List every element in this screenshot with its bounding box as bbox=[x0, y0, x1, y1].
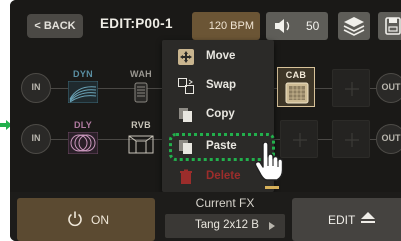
menu-item-label: Swap bbox=[206, 79, 237, 91]
hand-pointer-icon bbox=[254, 142, 284, 181]
wah-pedal-icon bbox=[134, 82, 148, 103]
save-icon bbox=[385, 17, 401, 35]
move-icon bbox=[178, 49, 194, 65]
plus-icon bbox=[345, 133, 359, 147]
menu-item-label: Delete bbox=[206, 170, 241, 182]
delay-rings-icon bbox=[68, 132, 98, 154]
selection-indicator bbox=[265, 186, 279, 189]
fx-label: CAB bbox=[285, 70, 307, 80]
empty-slot[interactable] bbox=[332, 120, 370, 158]
plus-icon bbox=[345, 82, 359, 96]
fx-label: DYN bbox=[73, 69, 93, 79]
fx-label: WAH bbox=[130, 69, 152, 79]
menu-item-swap[interactable]: Swap bbox=[162, 75, 274, 97]
empty-slot[interactable] bbox=[280, 120, 318, 158]
edit-button[interactable]: EDIT bbox=[292, 198, 401, 241]
fx-label: RVB bbox=[131, 120, 151, 130]
back-button[interactable]: < BACK bbox=[27, 14, 83, 38]
bpm-button[interactable]: 120 BPM bbox=[192, 12, 260, 40]
fx-on-label: ON bbox=[91, 213, 109, 227]
edit-label: EDIT bbox=[328, 213, 356, 227]
menu-item-copy[interactable]: Copy bbox=[162, 104, 274, 126]
current-fx-label: Current FX bbox=[195, 196, 255, 210]
menu-item-move[interactable]: Move bbox=[162, 46, 274, 68]
bottom-bar: ON Current FX Tang 2x12 B EDIT bbox=[10, 192, 401, 241]
cabinet-icon bbox=[285, 82, 309, 104]
fx-slot-dyn[interactable]: DYN bbox=[64, 67, 102, 107]
volume-button[interactable]: 50 bbox=[266, 12, 328, 40]
input-node-row2[interactable]: IN bbox=[21, 124, 51, 154]
chevron-right-icon bbox=[269, 222, 275, 230]
empty-slot[interactable] bbox=[332, 69, 370, 107]
reverb-room-icon bbox=[128, 135, 154, 154]
swap-icon bbox=[178, 78, 194, 94]
layers-button[interactable] bbox=[338, 12, 370, 40]
fx-slot-cab[interactable]: CAB bbox=[277, 67, 315, 107]
input-node-row1[interactable]: IN bbox=[21, 73, 51, 103]
device-screen: < BACK EDIT:P00-1 120 BPM 50 IN DYN WAH … bbox=[10, 0, 401, 241]
current-fx-value: Tang 2x12 B bbox=[195, 219, 259, 231]
fx-label: DLY bbox=[73, 120, 93, 130]
fx-on-button[interactable]: ON bbox=[17, 198, 155, 241]
trash-icon bbox=[180, 169, 192, 184]
layers-icon bbox=[343, 17, 365, 36]
plus-icon bbox=[293, 133, 307, 147]
fx-slot-dly[interactable]: DLY bbox=[64, 118, 102, 158]
fx-slot-wah[interactable]: WAH bbox=[122, 67, 160, 107]
menu-item-label: Move bbox=[206, 50, 236, 62]
compressor-wave-icon bbox=[68, 81, 98, 103]
copy-icon bbox=[179, 108, 192, 122]
eject-icon bbox=[361, 212, 375, 223]
edit-title: EDIT:P00-1 bbox=[100, 16, 173, 31]
speaker-icon bbox=[275, 19, 290, 33]
volume-value: 50 bbox=[306, 19, 320, 33]
output-node-row1[interactable]: OUT bbox=[376, 73, 401, 103]
output-node-row2[interactable]: OUT bbox=[376, 124, 401, 154]
menu-item-label: Copy bbox=[206, 108, 235, 120]
power-icon bbox=[68, 211, 82, 227]
current-fx-selector[interactable]: Tang 2x12 B bbox=[165, 214, 285, 238]
save-button[interactable] bbox=[378, 12, 401, 40]
fx-slot-rvb[interactable]: RVB bbox=[122, 118, 160, 158]
